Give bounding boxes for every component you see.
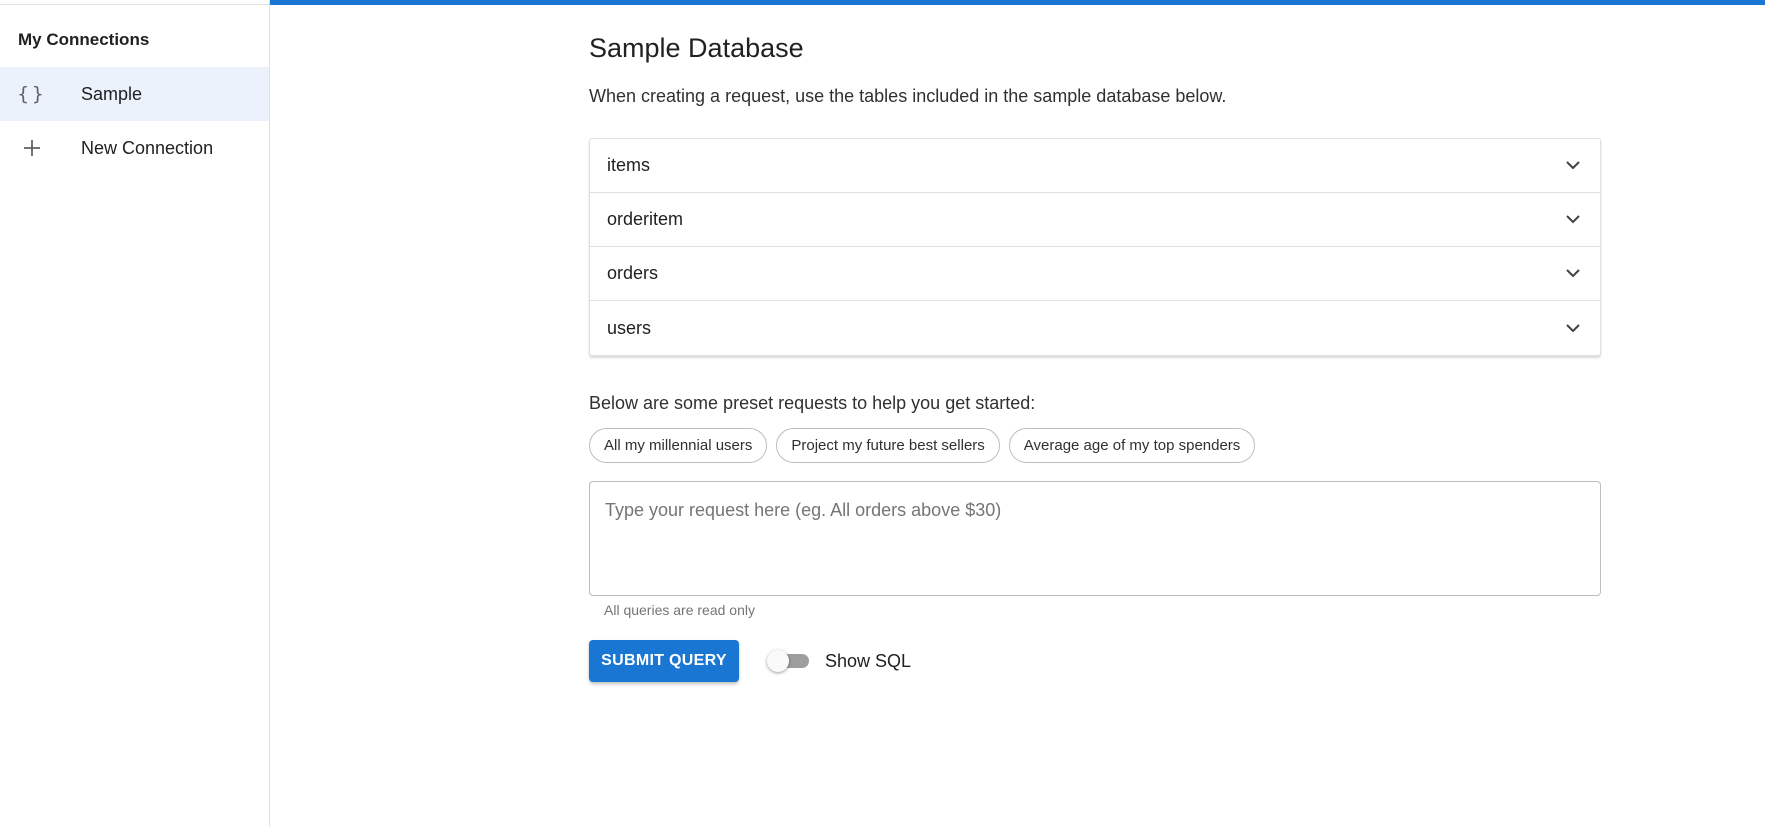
accordion-label: orders <box>607 263 659 283</box>
accordion-label: users <box>607 317 652 338</box>
plus-icon <box>0 139 64 157</box>
chevron-down-icon <box>1563 156 1583 176</box>
preset-chip-top-spenders-age[interactable]: Average age of my top spenders <box>1008 428 1256 463</box>
chevron-down-icon <box>1563 318 1583 338</box>
submit-query-button[interactable]: SUBMIT QUERY <box>589 640 739 682</box>
accordion-label: items <box>607 155 651 175</box>
toggle-thumb <box>767 650 789 672</box>
preset-heading: Below are some preset requests to help y… <box>589 393 1036 413</box>
chevron-down-icon <box>1563 210 1583 230</box>
accordion-item-users[interactable]: users <box>590 301 1600 355</box>
sidebar: My Connections {} Sample New Connection <box>0 0 270 827</box>
accordion-item-orders[interactable]: orders <box>590 247 1600 301</box>
intro-text: When creating a request, use the tables … <box>589 86 1227 106</box>
accordion-item-items[interactable]: items <box>590 139 1600 193</box>
accordion-item-orderitem[interactable]: orderitem <box>590 193 1600 247</box>
page-title: Sample Database <box>589 33 804 63</box>
show-sql-toggle[interactable]: Show SQL <box>767 650 911 672</box>
sidebar-item-sample[interactable]: {} Sample <box>0 67 269 121</box>
tables-accordion: items orderitem orders users <box>589 138 1601 356</box>
sidebar-divider <box>0 4 269 5</box>
show-sql-label: Show SQL <box>825 650 912 671</box>
toggle-switch[interactable] <box>767 650 809 672</box>
top-accent-bar <box>270 0 1765 5</box>
chevron-down-icon <box>1563 264 1583 284</box>
preset-chip-future-best-sellers[interactable]: Project my future best sellers <box>776 428 1000 463</box>
sidebar-item-label: New Connection <box>81 137 214 158</box>
sidebar-item-label: Sample <box>81 83 143 104</box>
braces-icon: {} <box>17 83 47 105</box>
sidebar-title: My Connections <box>18 30 150 49</box>
preset-chip-millennial-users[interactable]: All my millennial users <box>589 428 768 463</box>
preset-chips: All my millennial users Project my futur… <box>589 428 1256 463</box>
sidebar-item-new-connection[interactable]: New Connection <box>0 121 269 175</box>
request-input[interactable] <box>589 481 1601 596</box>
accordion-label: orderitem <box>607 209 684 229</box>
read-only-hint: All queries are read only <box>604 602 755 618</box>
